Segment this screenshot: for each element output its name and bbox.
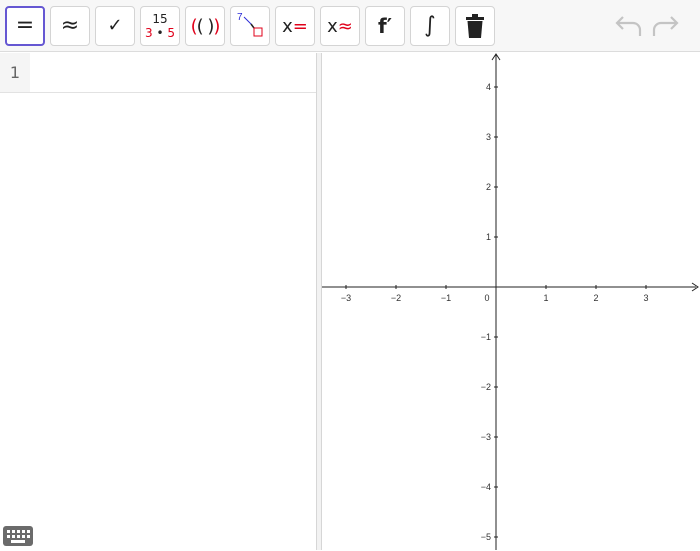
y-tick-label: −3 (481, 432, 491, 442)
substitute-icon: 7 (237, 12, 263, 37)
solve-numeric-icon: x≈ (327, 15, 353, 37)
derivative-button[interactable]: f′ (365, 6, 405, 46)
graphics-view[interactable]: −3 −2 −1 0 1 2 3 4 3 2 1 −1 −2 −3 −4 −5 (322, 53, 700, 550)
keyboard-icon[interactable] (3, 526, 33, 546)
keep-input-button[interactable]: ✓ (95, 6, 135, 46)
toolbar: = ≈ ✓ 15 3 • 5 (( )) 7 x= x≈ f′ ∫ (0, 0, 700, 52)
x-tick-label: −3 (341, 293, 351, 303)
y-tick-label: 2 (486, 182, 491, 192)
undo-icon[interactable] (612, 14, 644, 40)
delete-button[interactable] (455, 6, 495, 46)
algebra-input[interactable] (30, 53, 316, 92)
substitute-button[interactable]: 7 (230, 6, 270, 46)
y-tick-label: 1 (486, 232, 491, 242)
x-tick-label: 2 (593, 293, 598, 303)
x-tick-label: −1 (441, 293, 451, 303)
expand-icon: (( )) (190, 15, 221, 37)
numeric-button[interactable]: ≈ (50, 6, 90, 46)
equals-icon: = (15, 13, 35, 38)
x-tick-label: −2 (391, 293, 401, 303)
y-tick-label: −2 (481, 382, 491, 392)
checkmark-icon: ✓ (107, 15, 123, 36)
evaluate-button[interactable]: = (5, 6, 45, 46)
trash-icon (466, 14, 484, 38)
factor-button[interactable]: 15 3 • 5 (140, 6, 180, 46)
y-tick-label: −1 (481, 332, 491, 342)
y-tick-label: 4 (486, 82, 491, 92)
algebra-row: 1 (0, 53, 316, 93)
solve-numerically-button[interactable]: x≈ (320, 6, 360, 46)
x-tick-label: 0 (484, 293, 489, 303)
solve-button[interactable]: x= (275, 6, 315, 46)
y-tick-label: −4 (481, 482, 491, 492)
x-tick-label: 1 (543, 293, 548, 303)
derivative-icon: f′ (378, 14, 392, 38)
expand-button[interactable]: (( )) (185, 6, 225, 46)
row-number: 1 (0, 53, 30, 92)
integral-button[interactable]: ∫ (410, 6, 450, 46)
algebra-view: 1 (0, 53, 316, 550)
integral-icon: ∫ (424, 13, 436, 38)
svg-text:7: 7 (237, 12, 243, 23)
approx-icon: ≈ (60, 13, 80, 38)
factor-icon: 15 3 • 5 (144, 12, 175, 40)
y-tick-label: 3 (486, 132, 491, 142)
x-tick-label: 3 (643, 293, 648, 303)
redo-icon[interactable] (650, 14, 682, 40)
y-tick-label: −5 (481, 532, 491, 542)
solve-icon: x= (282, 15, 308, 37)
